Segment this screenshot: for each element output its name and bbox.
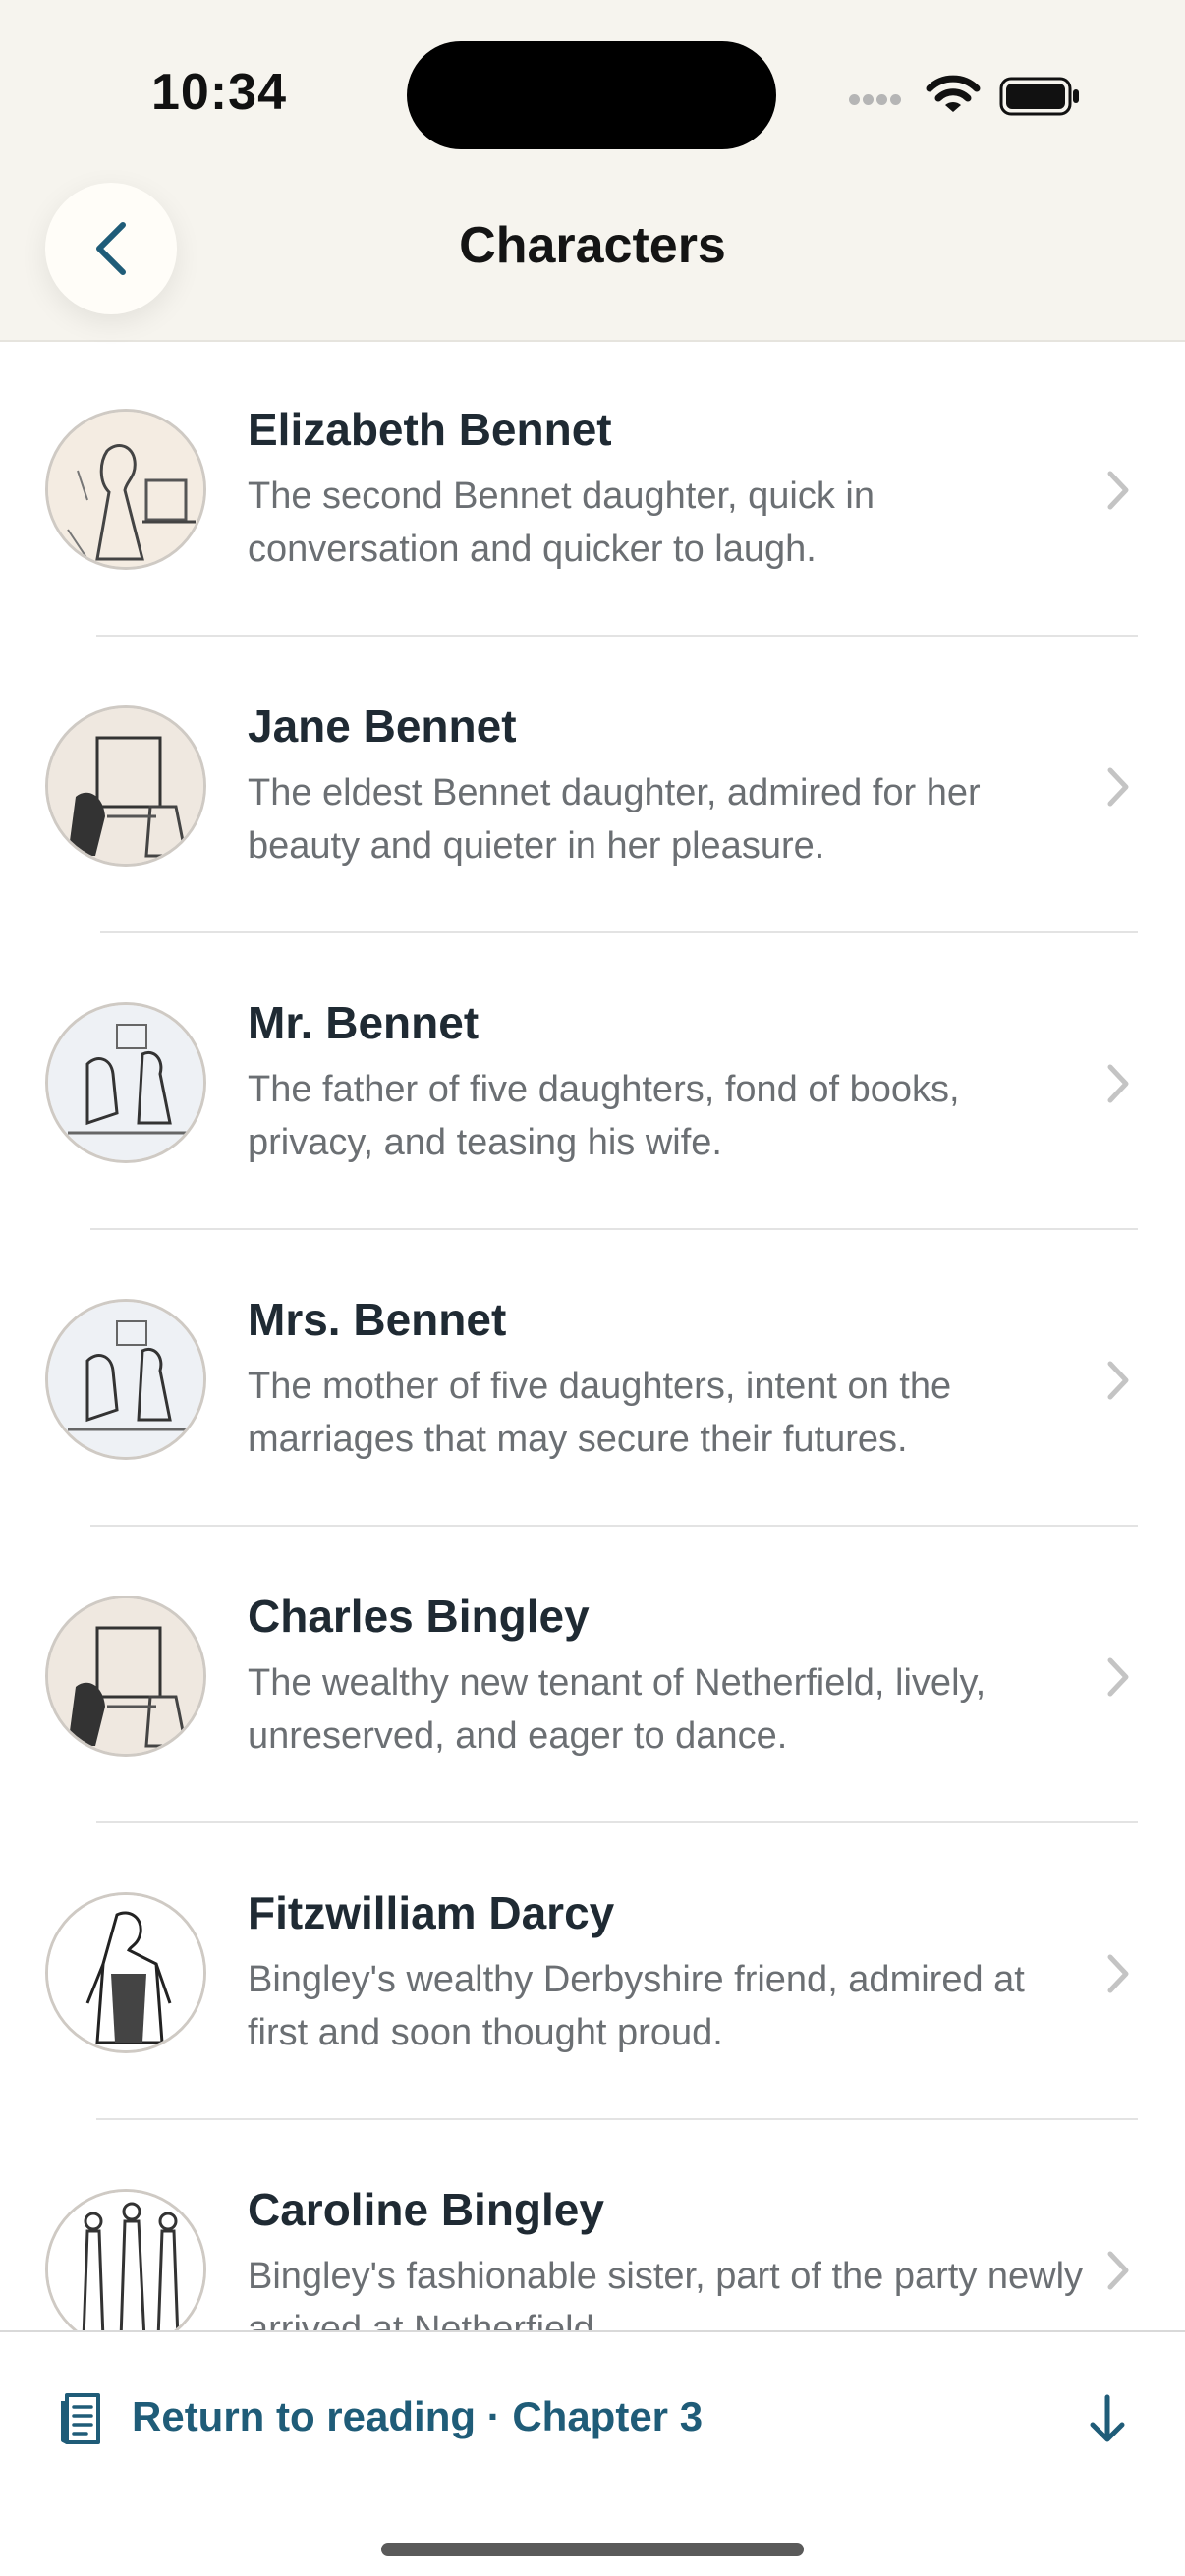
character-name: Mr. Bennet [248,997,480,1048]
home-indicator[interactable] [381,2543,804,2556]
chevron-right-icon [1107,1064,1129,1103]
bottom-bar: Return to reading · Chapter 3 [0,2330,1185,2576]
row-divider [96,2118,1138,2120]
character-description: The second Bennet daughter, quick in con… [248,476,875,570]
wifi-icon [926,75,981,112]
return-to-reading-label: Return to reading · Chapter 3 [132,2393,704,2439]
dynamic-island [407,41,776,149]
return-to-reading-button[interactable]: Return to reading · Chapter 3 [55,2383,1136,2466]
character-description: The wealthy new tenant of Netherfield, l… [248,1662,987,1757]
chevron-right-icon [1107,1954,1129,1993]
book-icon [61,2393,100,2444]
character-row-mr-bennet[interactable]: Mr. Bennet The father of five daughters,… [0,937,1185,1234]
character-row-charles-bingley[interactable]: Charles Bingley The wealthy new tenant o… [0,1531,1185,1827]
character-list: Elizabeth Bennet The second Bennet daugh… [0,344,1185,2350]
chevron-right-icon [1107,2251,1129,2290]
character-name: Charles Bingley [248,1591,590,1642]
character-row-fitzwilliam-darcy[interactable]: Fitzwilliam Darcy Bingley's wealthy Derb… [0,1827,1185,2124]
row-divider [100,931,1138,933]
chevron-right-icon [1107,1657,1129,1697]
cellular-signal-icon [849,92,908,116]
character-description: The eldest Bennet daughter, admired for … [248,772,981,867]
chevron-right-icon [1107,767,1129,807]
character-name: Mrs. Bennet [248,1294,507,1345]
character-name: Fitzwilliam Darcy [248,1887,615,1938]
character-name: Elizabeth Bennet [248,404,612,455]
chevron-right-icon [1107,471,1129,510]
character-description: Bingley's wealthy Derbyshire friend, adm… [248,1959,1025,2053]
character-portrait [45,2189,206,2350]
status-time: 10:34 [151,64,287,121]
character-portrait [45,1299,206,1460]
row-divider [96,1821,1138,1823]
character-portrait [45,1002,206,1163]
character-row-elizabeth-bennet[interactable]: Elizabeth Bennet The second Bennet daugh… [0,344,1185,641]
character-row-jane-bennet[interactable]: Jane Bennet The eldest Bennet daughter, … [0,641,1185,937]
character-name: Caroline Bingley [248,2184,604,2235]
character-portrait [45,705,206,867]
arrow-down-icon[interactable] [1085,2391,1130,2446]
character-row-mrs-bennet[interactable]: Mrs. Bennet The mother of five daughters… [0,1234,1185,1531]
character-portrait [45,1596,206,1757]
battery-icon [999,77,1079,116]
row-divider [96,635,1138,637]
character-name: Jane Bennet [248,700,517,752]
chevron-right-icon [1107,1361,1129,1400]
character-description: The mother of five daughters, intent on … [248,1366,952,1460]
row-divider [90,1525,1138,1527]
character-portrait [45,409,206,570]
page-title: Characters [459,217,726,274]
top-bar: 10:34 Characters [0,0,1185,342]
character-description: The father of five daughters, fond of bo… [248,1069,960,1163]
character-portrait [45,1892,206,2053]
row-divider [90,1228,1138,1230]
